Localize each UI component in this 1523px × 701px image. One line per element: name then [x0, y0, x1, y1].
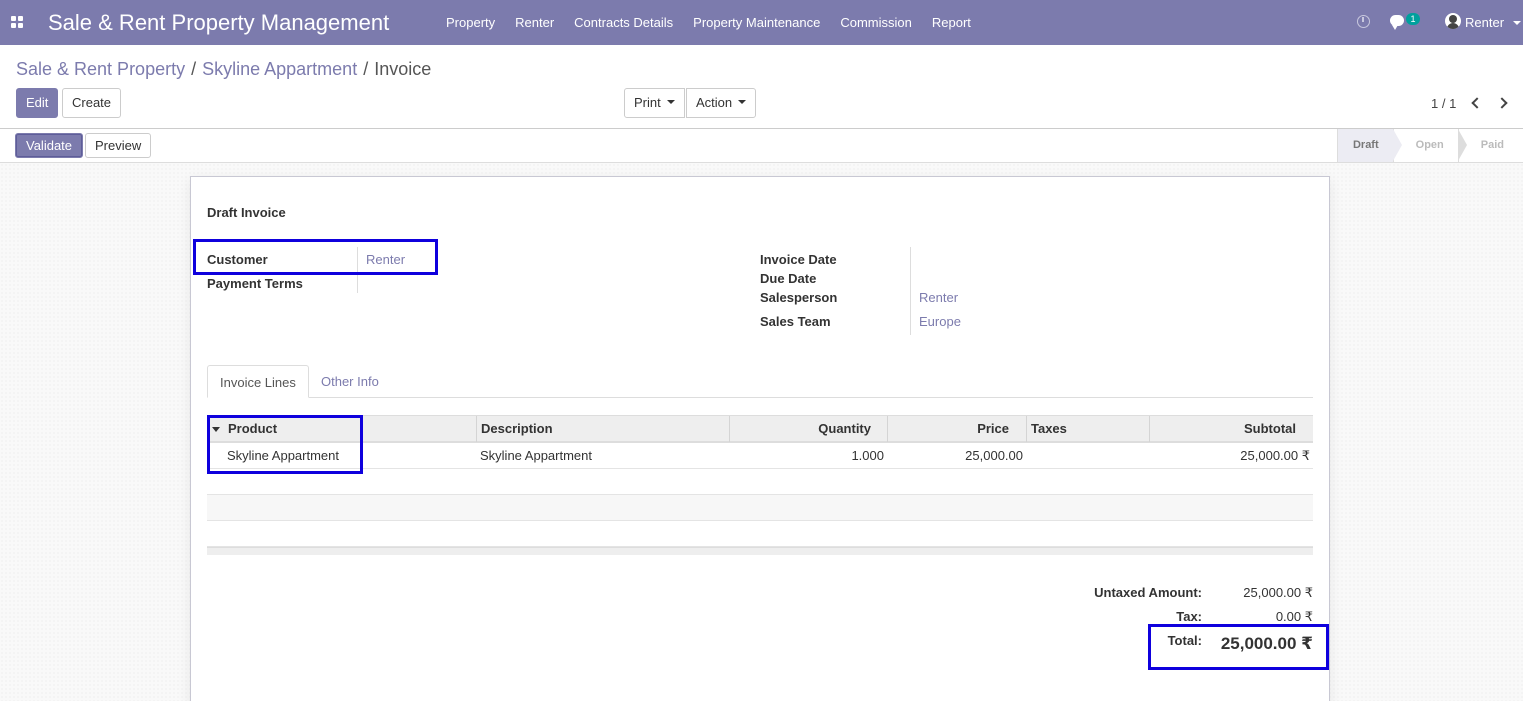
invoice-sheet: Draft Invoice Customer Renter Payment Te… [190, 176, 1330, 701]
action-dropdown[interactable]: Action [686, 88, 757, 118]
caret-down-icon [738, 99, 747, 104]
product-highlight-box [207, 415, 363, 474]
line-subtotal[interactable]: 25,000.00 ₹ [1154, 443, 1310, 469]
empty-row [207, 521, 1313, 547]
chevron-down-icon[interactable] [1513, 21, 1521, 25]
breadcrumb-item-sale-rent-property[interactable]: Sale & Rent Property [16, 59, 185, 79]
preview-button[interactable]: Preview [85, 133, 152, 158]
apps-grid-icon[interactable] [11, 16, 23, 28]
invoice-date-label: Invoice Date [760, 252, 837, 267]
menu-item-renter[interactable]: Renter [505, 0, 564, 45]
breadcrumb-item-skyline-appartment[interactable]: Skyline Appartment [202, 59, 357, 79]
column-separator [1026, 416, 1027, 442]
tax-label: Tax: [1176, 609, 1202, 624]
column-header-subtotal[interactable]: Subtotal [1154, 416, 1296, 442]
field-divider [910, 247, 911, 335]
column-header-price[interactable]: Price [892, 416, 1009, 442]
menu-item-contracts-details[interactable]: Contracts Details [564, 0, 683, 45]
create-button[interactable]: Create [62, 88, 122, 118]
column-header-quantity[interactable]: Quantity [734, 416, 871, 442]
column-header-taxes[interactable]: Taxes [1031, 416, 1067, 442]
table-header: Product Description Quantity Price Taxes… [207, 415, 1313, 443]
column-header-description[interactable]: Description [481, 416, 553, 442]
pager-value[interactable]: 1 / 1 [1431, 96, 1456, 111]
column-separator [887, 416, 888, 442]
breadcrumb-separator: / [363, 59, 369, 79]
breadcrumb-separator: / [191, 59, 197, 79]
line-price[interactable]: 25,000.00 [892, 443, 1023, 469]
validate-button[interactable]: Validate [15, 133, 84, 158]
invoice-title: Draft Invoice [207, 205, 286, 220]
untaxed-amount-value: 25,000.00 ₹ [1243, 585, 1313, 600]
status-bar: Draft Open Paid [1336, 129, 1523, 162]
empty-row [207, 495, 1313, 521]
untaxed-amount-label: Untaxed Amount: [1094, 585, 1202, 600]
user-avatar-icon[interactable] [1445, 13, 1461, 29]
top-navbar: Sale & Rent Property Management Property… [0, 0, 1523, 45]
status-stage-draft[interactable]: Draft [1336, 129, 1402, 162]
customer-highlight-box [193, 239, 438, 275]
line-description[interactable]: Skyline Appartment [480, 443, 592, 469]
tab-invoice-lines[interactable]: Invoice Lines [207, 365, 309, 398]
empty-row [207, 469, 1313, 495]
app-brand[interactable]: Sale & Rent Property Management [48, 10, 389, 36]
chat-icon[interactable] [1390, 15, 1404, 30]
salesperson-field[interactable]: Renter [919, 290, 958, 305]
main-menu: Property Renter Contracts Details Proper… [436, 0, 981, 45]
action-label: Action [696, 95, 733, 110]
column-separator [729, 416, 730, 442]
status-stage-open[interactable]: Open [1392, 129, 1467, 162]
edit-button[interactable]: Edit [16, 88, 59, 118]
column-separator [1149, 416, 1150, 442]
line-quantity[interactable]: 1.000 [734, 443, 884, 469]
chevron-left-icon[interactable] [1470, 96, 1480, 110]
table-footer [207, 547, 1313, 555]
print-dropdown[interactable]: Print [624, 88, 685, 118]
menu-item-property-maintenance[interactable]: Property Maintenance [683, 0, 830, 45]
invoice-lines-table: Product Description Quantity Price Taxes… [207, 415, 1313, 555]
sales-team-label: Sales Team [760, 314, 831, 329]
caret-down-icon [666, 99, 675, 104]
notebook-tabs: Invoice Lines Other Info [207, 365, 1313, 398]
tab-other-info[interactable]: Other Info [309, 365, 391, 398]
menu-item-commission[interactable]: Commission [830, 0, 922, 45]
tax-value: 0.00 ₹ [1275, 609, 1313, 624]
menu-item-property[interactable]: Property [436, 0, 505, 45]
chevron-right-icon[interactable] [1498, 96, 1508, 110]
due-date-label: Due Date [760, 271, 817, 286]
status-stage-paid[interactable]: Paid [1457, 129, 1523, 162]
column-separator [476, 416, 477, 442]
table-row[interactable]: Skyline Appartment Skyline Appartment 1.… [207, 443, 1313, 469]
breadcrumb: Sale & Rent Property / Skyline Appartment /… [16, 59, 431, 80]
breadcrumb-current: Invoice [374, 59, 432, 79]
chat-count-badge: 1 [1406, 13, 1420, 25]
total-highlight-box [1148, 624, 1329, 670]
sales-team-field[interactable]: Europe [919, 314, 961, 329]
menu-item-report[interactable]: Report [922, 0, 981, 45]
salesperson-label: Salesperson [760, 290, 838, 305]
print-label: Print [634, 95, 661, 110]
clock-icon[interactable] [1357, 15, 1370, 28]
user-menu-name[interactable]: Renter [1465, 15, 1504, 30]
form-status-header: Validate Preview Draft Open Paid [0, 128, 1523, 163]
payment-terms-label: Payment Terms [207, 276, 303, 291]
